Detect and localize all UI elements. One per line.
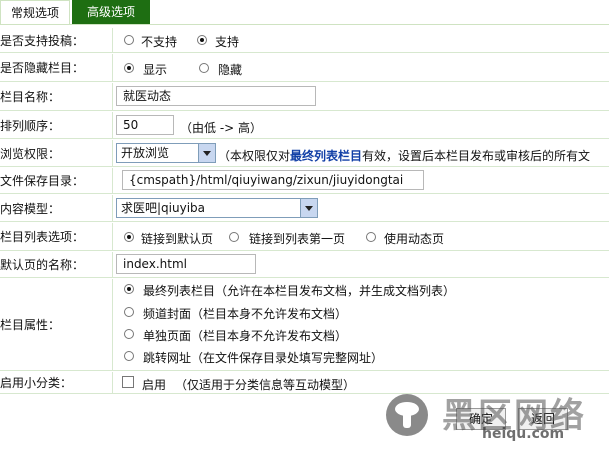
hide-column-option-label: 隐藏 (218, 63, 243, 77)
single-page-label: 单独页面（栏目本身不允许发布文档） (143, 329, 348, 343)
order-label: 排列顺序： (0, 118, 61, 133)
final-list-radio[interactable] (124, 284, 134, 294)
channel-cover-radio[interactable] (124, 307, 134, 317)
tab-bar: 常规选项 高级选项 (0, 0, 609, 25)
watermark-logo-icon (386, 394, 428, 436)
divider (112, 195, 113, 221)
link-default-page-radio[interactable] (124, 232, 134, 242)
subclass-hint: （仅适用于分类信息等互动模型） (175, 378, 356, 392)
divider (112, 372, 113, 393)
divider (112, 223, 113, 250)
row-list-option: 栏目列表选项： 链接到默认页 链接到列表第一页 使用动态页 (0, 223, 609, 251)
show-column-radio[interactable] (124, 63, 134, 73)
row-attribute: 栏目属性： 最终列表栏目（允许在本栏目发布文档，并生成文档列表） 频道封面（栏目… (0, 279, 609, 371)
column-name-input[interactable]: 就医动态 (116, 86, 316, 106)
tab-normal-options[interactable]: 常规选项 (0, 0, 70, 24)
divider (112, 279, 113, 370)
row-column-name: 栏目名称： 就医动态 (0, 83, 609, 111)
row-order: 排列顺序： 50 （由低 -> 高） (0, 112, 609, 139)
divider (112, 54, 113, 81)
allow-submit-yes-label: 支持 (215, 35, 240, 49)
single-page-radio[interactable] (124, 329, 134, 339)
show-column-label: 显示 (143, 63, 168, 77)
permission-select-value: 开放浏览 (121, 146, 170, 160)
chevron-down-icon (300, 199, 317, 217)
column-name-label: 栏目名称： (0, 90, 61, 104)
row-default-page: 默认页的名称： index.html (0, 252, 609, 278)
row-save-dir: 文件保存目录： {cmspath}/html/qiuyiwang/zixun/j… (0, 168, 609, 194)
subclass-check-label: 启用 (142, 378, 167, 392)
jump-url-radio[interactable] (124, 351, 134, 361)
subclass-checkbox[interactable] (122, 376, 134, 388)
jump-url-label: 跳转网址（在文件保存目录处填写完整网址） (143, 351, 384, 365)
list-option-label: 栏目列表选项： (0, 230, 85, 244)
save-dir-label: 文件保存目录： (0, 174, 85, 188)
channel-cover-label: 频道封面（栏目本身不允许发布文档） (143, 307, 348, 321)
row-allow-submit: 是否支持投稿： 不支持 支持 (0, 28, 609, 53)
use-dynamic-page-radio[interactable] (366, 232, 376, 242)
watermark-url: heiqu.com (482, 426, 565, 442)
permission-select[interactable]: 开放浏览 (116, 143, 216, 163)
permission-note: （本权限仅对最终列表栏目有效，设置后本栏目发布或审核后的所有文 (218, 147, 590, 164)
permission-label: 浏览权限： (0, 146, 61, 161)
link-list-first-radio[interactable] (229, 232, 239, 242)
content-model-select[interactable]: 求医吧|qiuyiba (116, 198, 318, 218)
order-hint: （由低 -> 高） (180, 121, 263, 135)
divider (112, 252, 113, 277)
permission-note-after: 有效，设置后本栏目发布或审核后的所有文 (362, 149, 591, 163)
watermark: 黑区网络 heiqu.com (380, 386, 609, 451)
row-permission: 浏览权限： 开放浏览 （本权限仅对最终列表栏目有效，设置后本栏目发布或审核后的所… (0, 140, 609, 167)
allow-submit-no-label: 不支持 (141, 35, 178, 49)
final-list-label: 最终列表栏目（允许在本栏目发布文档，并生成文档列表） (143, 284, 456, 298)
divider (112, 168, 113, 193)
divider (112, 112, 113, 138)
link-default-page-label: 链接到默认页 (141, 232, 214, 246)
permission-note-bold: 最终列表栏目 (290, 149, 363, 163)
chevron-down-icon (198, 144, 215, 162)
allow-submit-label: 是否支持投稿： (0, 33, 85, 48)
allow-submit-yes-radio[interactable] (197, 35, 207, 45)
link-list-first-label: 链接到列表第一页 (249, 232, 346, 246)
content-model-label: 内容模型： (0, 201, 61, 216)
subclass-label: 启用小分类： (0, 376, 73, 390)
tab-advanced-options[interactable]: 高级选项 (72, 0, 150, 24)
allow-submit-no-radio[interactable] (124, 35, 134, 45)
attribute-label: 栏目属性： (0, 318, 61, 332)
hide-column-radio[interactable] (199, 63, 209, 73)
use-dynamic-page-label: 使用动态页 (384, 232, 445, 246)
row-hide-column: 是否隐藏栏目： 显示 隐藏 (0, 54, 609, 82)
content-model-select-value: 求医吧|qiuyiba (121, 201, 206, 215)
divider (112, 83, 113, 110)
divider (112, 28, 113, 52)
default-page-label: 默认页的名称： (0, 258, 85, 272)
save-dir-input[interactable]: {cmspath}/html/qiuyiwang/zixun/jiuyidong… (122, 170, 424, 190)
hide-column-label: 是否隐藏栏目： (0, 61, 85, 75)
permission-note-before: （本权限仅对 (218, 149, 291, 163)
divider (112, 140, 113, 166)
order-input[interactable]: 50 (116, 115, 174, 135)
default-page-input[interactable]: index.html (116, 254, 256, 274)
row-content-model: 内容模型： 求医吧|qiuyiba (0, 195, 609, 222)
